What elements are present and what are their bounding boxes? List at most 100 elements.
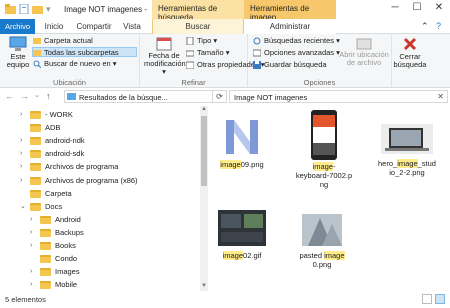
group-options: Búsquedas recientes ▾ Opciones avanzadas… — [248, 34, 392, 88]
group-location-label: Ubicación — [53, 78, 86, 87]
file-name-line: ng — [319, 180, 329, 189]
all-subfolders-option[interactable]: Todas las subcarpetas — [32, 47, 137, 57]
file-name: image-keyboard-7002.p ng — [294, 162, 354, 189]
file-item[interactable]: image02.gif — [212, 210, 272, 260]
scroll-up-icon[interactable]: ▲ — [200, 106, 208, 114]
file-name: image09.png — [212, 160, 272, 169]
file-name-line: image02.gif — [222, 251, 262, 260]
search-results-icon — [67, 93, 76, 100]
file-item[interactable]: pasted image 0.png — [292, 214, 352, 269]
search-icon — [33, 60, 41, 68]
this-pc-button[interactable]: Este equipo — [4, 36, 32, 69]
chevron-down-icon[interactable]: ⌄ — [20, 200, 26, 213]
search-input-value: Image NOT imagenes — [234, 93, 308, 102]
nav-scrollbar[interactable]: ▲ ▼ — [200, 106, 208, 291]
scroll-thumb[interactable] — [201, 116, 207, 186]
file-item[interactable]: hero_image_stud io_2-2.png — [372, 124, 442, 177]
help-icon[interactable]: ? — [436, 21, 441, 31]
back-arrow-icon[interactable]: ← — [5, 91, 14, 101]
nav-tree-label: android-sdk — [45, 149, 85, 159]
chevron-right-icon[interactable]: › — [30, 239, 32, 252]
folder-icon — [40, 242, 51, 250]
open-location-icon — [356, 38, 372, 50]
address-bar[interactable]: Resultados de la búsque... — [64, 90, 213, 103]
recent-locations-chevron-icon[interactable]: ⌄ — [34, 91, 40, 99]
tab-file[interactable]: Archivo — [0, 19, 35, 34]
tab-search[interactable]: Buscar — [152, 19, 244, 34]
search-again-option[interactable]: Buscar de nuevo en ▾ — [33, 59, 117, 69]
folder-icon — [30, 137, 41, 146]
minimize-button[interactable]: ─ — [388, 2, 402, 16]
chevron-right-icon[interactable]: › — [20, 160, 22, 173]
maximize-button[interactable]: ☐ — [410, 2, 424, 16]
search-match-highlight: image — [324, 251, 345, 260]
file-list: image09.png image-keyboard-7002.p ng hero… — [208, 106, 450, 291]
type-option[interactable]: Tipo ▾ — [186, 36, 217, 46]
forward-arrow-icon[interactable]: → — [20, 91, 29, 101]
current-folder-option[interactable]: Carpeta actual — [33, 36, 93, 46]
open-file-location-button[interactable]: Abrir ubicación de archivo — [338, 36, 390, 67]
close-red-x-icon — [403, 37, 417, 51]
folder-icon — [30, 163, 41, 172]
recent-searches-label: Búsquedas recientes ▾ — [264, 36, 340, 45]
chevron-right-icon[interactable]: › — [20, 174, 22, 187]
file-name-line: 0.png — [312, 260, 332, 269]
folder-icon — [33, 38, 41, 44]
chevron-right-icon[interactable]: › — [20, 147, 22, 160]
new-folder-icon[interactable] — [32, 4, 43, 14]
context-search-tools: Herramientas de búsqueda — [152, 0, 244, 22]
chevron-right-icon[interactable]: › — [30, 265, 32, 278]
chevron-right-icon[interactable]: › — [30, 226, 32, 239]
tab-home[interactable]: Inicio — [36, 19, 72, 34]
clear-search-icon[interactable]: ✕ — [437, 92, 444, 101]
scroll-down-icon[interactable]: ▼ — [200, 283, 208, 291]
advanced-options-option[interactable]: Opciones avanzadas ▾ — [253, 48, 340, 58]
save-search-option[interactable]: Guardar búsqueda — [253, 60, 327, 70]
details-view-icon[interactable] — [422, 294, 432, 304]
all-subfolders-label: Todas las subcarpetas — [44, 48, 119, 57]
group-refine: Fecha de modificación ▾ Tipo ▾ Tamaño ▾ … — [140, 34, 265, 88]
tab-view[interactable]: Vista — [116, 19, 148, 34]
chevron-right-icon[interactable]: › — [30, 213, 32, 226]
folder-icon — [30, 202, 41, 211]
close-search-button[interactable]: Cerrar búsqueda — [392, 36, 428, 69]
up-arrow-icon[interactable]: ↑ — [46, 91, 51, 101]
refresh-icon[interactable]: ⟳ — [213, 90, 227, 103]
video-editor-thumbnail — [218, 210, 266, 246]
item-count: 5 elementos — [5, 295, 46, 304]
tab-share[interactable]: Compartir — [72, 19, 116, 34]
nav-tree-label: Docs — [45, 201, 63, 211]
file-item[interactable]: image-keyboard-7002.p ng — [294, 110, 354, 189]
chevron-right-icon[interactable]: › — [20, 134, 22, 147]
chevron-right-icon[interactable]: › — [20, 108, 22, 121]
chevron-right-icon[interactable]: › — [30, 278, 32, 291]
size-icon — [186, 50, 194, 57]
folder-icon — [30, 111, 41, 119]
open-file-location-label: Abrir ubicación de archivo — [339, 50, 389, 67]
close-button[interactable]: ✕ — [432, 2, 446, 16]
search-input[interactable]: Image NOT imagenes ✕ — [229, 90, 448, 103]
size-option[interactable]: Tamaño ▾ — [186, 48, 230, 58]
ribbon-tabs: Archivo Inicio Compartir Vista Buscar Ad… — [0, 19, 450, 34]
search-match-highlight: image — [312, 162, 333, 171]
date-modified-button[interactable]: Fecha de modificación ▾ — [144, 36, 186, 76]
laptop-photo-thumbnail — [381, 124, 433, 154]
quick-access-dropdown-icon[interactable]: ▾ — [46, 4, 51, 15]
file-name: pasted image 0.png — [292, 251, 352, 269]
collapse-ribbon-icon[interactable]: ⌃ — [421, 21, 429, 32]
folder-icon — [40, 228, 51, 237]
file-item[interactable]: image09.png — [212, 114, 272, 169]
date-modified-label: Fecha de modificación ▾ — [144, 51, 186, 76]
recent-searches-option[interactable]: Búsquedas recientes ▾ — [253, 36, 340, 46]
properties-icon[interactable] — [19, 3, 30, 15]
nav-tree-label: Carpeta — [45, 188, 72, 198]
nav-tree-label: Books — [55, 241, 76, 250]
file-name-line: io_2-2.png — [389, 168, 425, 177]
android-n-logo-thumbnail — [226, 120, 258, 154]
address-path: Resultados de la búsque... — [79, 93, 168, 102]
large-icons-view-icon[interactable] — [435, 294, 445, 304]
nav-tree-label: Archivos de programa (x86) — [45, 175, 138, 185]
tab-manage[interactable]: Administrar — [244, 19, 336, 34]
nav-tree-label: ADB — [45, 123, 61, 133]
advanced-options-label: Opciones avanzadas ▾ — [264, 48, 340, 57]
